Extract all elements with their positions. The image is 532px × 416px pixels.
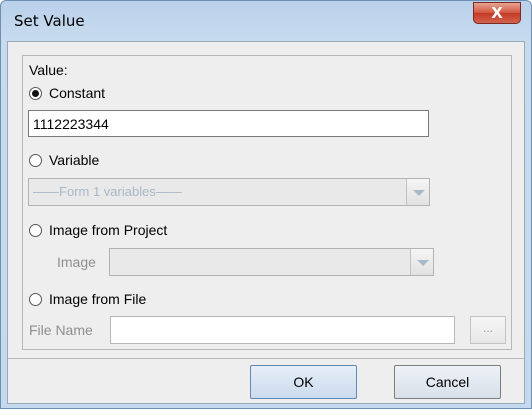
file-name-label: File Name xyxy=(29,322,93,338)
radio-image-from-file-label: Image from File xyxy=(49,291,147,307)
value-panel: Value: Constant Variable ——Form 1 variab… xyxy=(22,55,512,350)
browse-button-label: ... xyxy=(482,321,493,335)
variable-select[interactable]: ——Form 1 variables—— xyxy=(28,178,430,206)
value-label: Value: xyxy=(29,62,68,78)
button-separator xyxy=(8,358,524,359)
cancel-button[interactable]: Cancel xyxy=(394,365,501,399)
radio-image-from-project-label: Image from Project xyxy=(49,222,168,238)
radio-variable-label: Variable xyxy=(49,152,100,168)
browse-button[interactable]: ... xyxy=(470,316,506,344)
background-strip xyxy=(0,409,532,416)
close-icon: X xyxy=(491,4,503,22)
chevron-down-icon[interactable] xyxy=(406,179,429,205)
radio-variable[interactable]: Variable xyxy=(29,150,99,170)
image-field-label: Image xyxy=(57,254,96,270)
dialog-client-area: Value: Constant Variable ——Form 1 variab… xyxy=(7,41,525,404)
radio-constant-indicator[interactable] xyxy=(29,86,42,100)
variable-select-value: ——Form 1 variables—— xyxy=(33,184,182,199)
dialog-title: Set Value xyxy=(14,12,85,30)
cancel-button-label: Cancel xyxy=(425,374,470,390)
set-value-dialog: Set Value X Value: Constant Variable ——F… xyxy=(0,0,532,409)
ok-button[interactable]: OK xyxy=(250,365,357,399)
image-select[interactable] xyxy=(109,248,434,276)
radio-image-from-file-indicator[interactable] xyxy=(29,292,42,306)
radio-image-from-file[interactable]: Image from File xyxy=(29,289,146,309)
radio-constant-label: Constant xyxy=(49,85,106,101)
file-name-input[interactable] xyxy=(110,316,455,344)
radio-image-from-project-indicator[interactable] xyxy=(29,223,42,237)
radio-image-from-project[interactable]: Image from Project xyxy=(29,220,167,240)
constant-value-input[interactable] xyxy=(28,110,429,137)
radio-constant[interactable]: Constant xyxy=(29,83,105,103)
radio-variable-indicator[interactable] xyxy=(29,153,42,167)
ok-button-label: OK xyxy=(293,374,314,390)
close-button[interactable]: X xyxy=(473,2,521,24)
chevron-down-icon[interactable] xyxy=(410,249,433,275)
title-bar[interactable]: Set Value X xyxy=(1,1,531,41)
